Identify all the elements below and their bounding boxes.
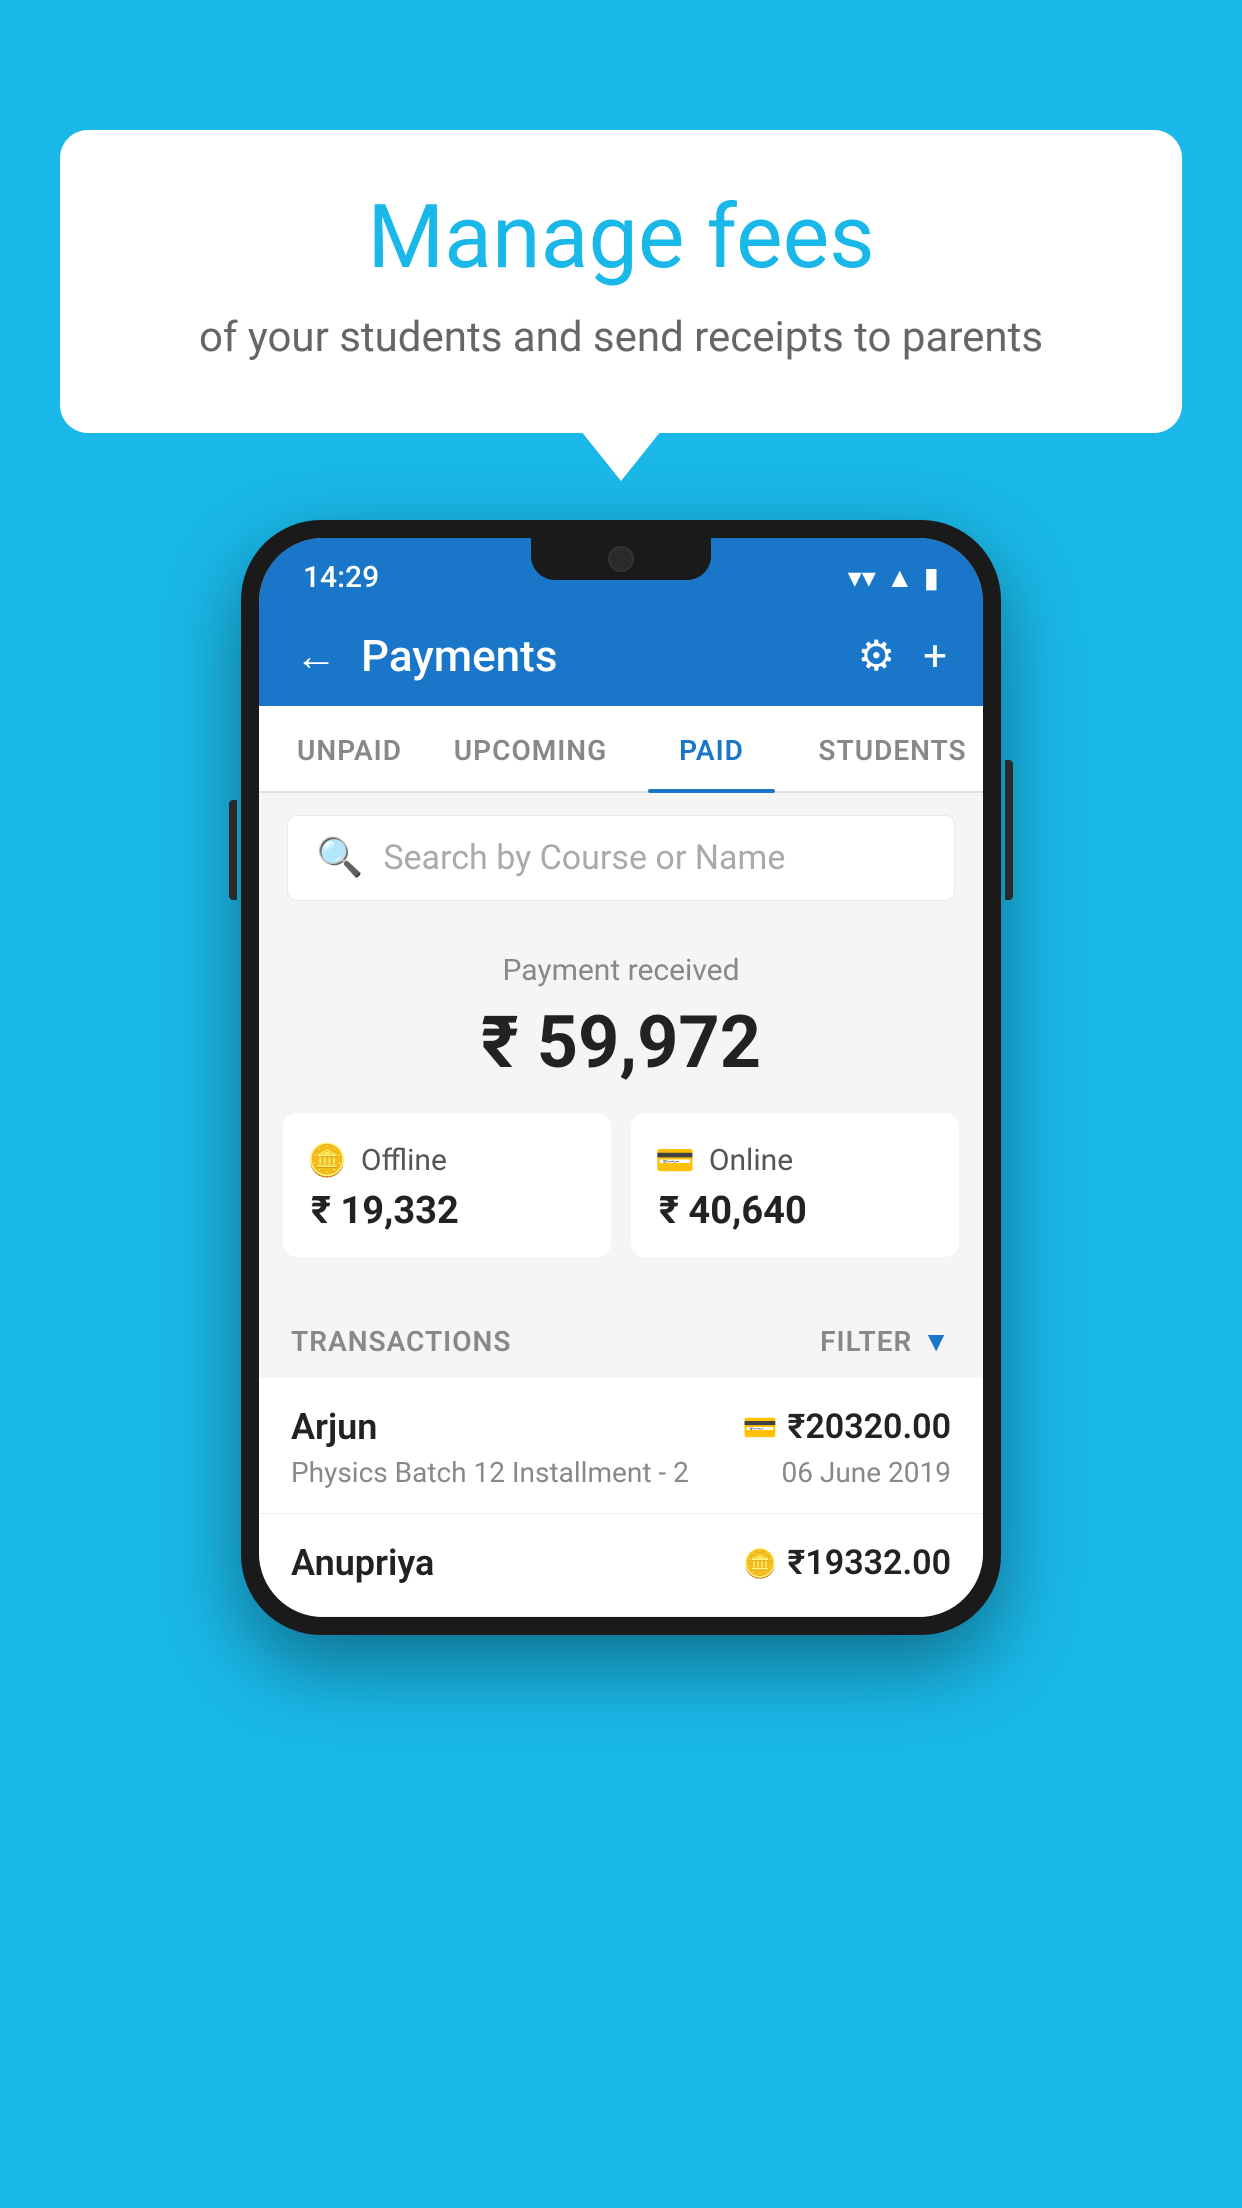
transaction-amount: 💳 ₹20320.00 [743,1407,951,1447]
tab-upcoming[interactable]: UPCOMING [440,706,621,791]
transactions-label: TRANSACTIONS [291,1325,511,1358]
status-icons: ▾▾ ▲ ▮ [848,561,939,594]
signal-icon: ▲ [886,561,914,594]
search-container: 🔍 Search by Course or Name [259,793,983,923]
phone-screen: 14:29 ▾▾ ▲ ▮ ← Payments ⚙ + [259,538,983,1617]
header-title: Payments [361,630,557,682]
payment-cards: 🪙 Offline ₹ 19,332 💳 Online ₹ 40,640 [259,1113,983,1257]
transaction-name: Arjun [291,1406,377,1448]
offline-amount: ₹ 19,332 [307,1189,587,1233]
payment-received-label: Payment received [259,953,983,988]
payment-type-icon: 💳 [743,1411,778,1444]
transaction-name: Anupriya [291,1542,434,1584]
header-right: ⚙ + [858,631,948,681]
transactions-header: TRANSACTIONS FILTER ▼ [259,1297,983,1378]
online-card: 💳 Online ₹ 40,640 [631,1113,959,1257]
search-box[interactable]: 🔍 Search by Course or Name [287,815,955,901]
search-icon: 🔍 [316,836,363,880]
online-amount: ₹ 40,640 [655,1189,935,1233]
online-icon: 💳 [655,1141,695,1179]
bubble-subtitle: of your students and send receipts to pa… [140,309,1102,368]
add-icon[interactable]: + [923,632,947,681]
front-camera [608,546,634,572]
header-left: ← Payments [295,630,557,682]
online-label: Online [709,1143,793,1178]
filter-icon: ▼ [922,1325,951,1358]
wifi-icon: ▾▾ [848,561,876,594]
tabs-bar: UNPAID UPCOMING PAID STUDENTS [259,706,983,793]
volume-button [229,800,237,900]
phone-frame: 14:29 ▾▾ ▲ ▮ ← Payments ⚙ + [241,520,1001,1635]
app-header: ← Payments ⚙ + [259,606,983,706]
tab-students[interactable]: STUDENTS [802,706,983,791]
app-background: Manage fees of your students and send re… [0,0,1242,2208]
payment-type-icon: 🪙 [743,1547,778,1580]
offline-card: 🪙 Offline ₹ 19,332 [283,1113,611,1257]
back-button[interactable]: ← [295,632,337,681]
filter-label: FILTER [820,1325,912,1358]
transaction-amount: 🪙 ₹19332.00 [743,1543,951,1583]
table-row[interactable]: Arjun 💳 ₹20320.00 Physics Batch 12 Insta… [259,1378,983,1514]
search-input-placeholder[interactable]: Search by Course or Name [383,838,785,878]
table-row[interactable]: Anupriya 🪙 ₹19332.00 [259,1514,983,1617]
phone-notch [531,538,711,580]
transaction-list: Arjun 💳 ₹20320.00 Physics Batch 12 Insta… [259,1378,983,1617]
power-button [1005,760,1013,900]
payment-total-amount: ₹ 59,972 [259,1000,983,1085]
status-time: 14:29 [303,560,379,595]
filter-button[interactable]: FILTER ▼ [820,1325,951,1358]
bubble-title: Manage fees [140,190,1102,287]
transaction-course: Physics Batch 12 Installment - 2 [291,1456,689,1489]
transaction-date: 06 June 2019 [781,1456,951,1489]
phone-container: 14:29 ▾▾ ▲ ▮ ← Payments ⚙ + [241,520,1001,1635]
speech-bubble-container: Manage fees of your students and send re… [60,130,1182,433]
offline-label: Offline [361,1143,447,1178]
speech-bubble: Manage fees of your students and send re… [60,130,1182,433]
settings-icon[interactable]: ⚙ [858,631,896,681]
tab-paid[interactable]: PAID [621,706,802,791]
payment-received-section: Payment received ₹ 59,972 🪙 Offline ₹ 19… [259,923,983,1297]
battery-icon: ▮ [924,561,939,594]
offline-icon: 🪙 [307,1141,347,1179]
tab-unpaid[interactable]: UNPAID [259,706,440,791]
